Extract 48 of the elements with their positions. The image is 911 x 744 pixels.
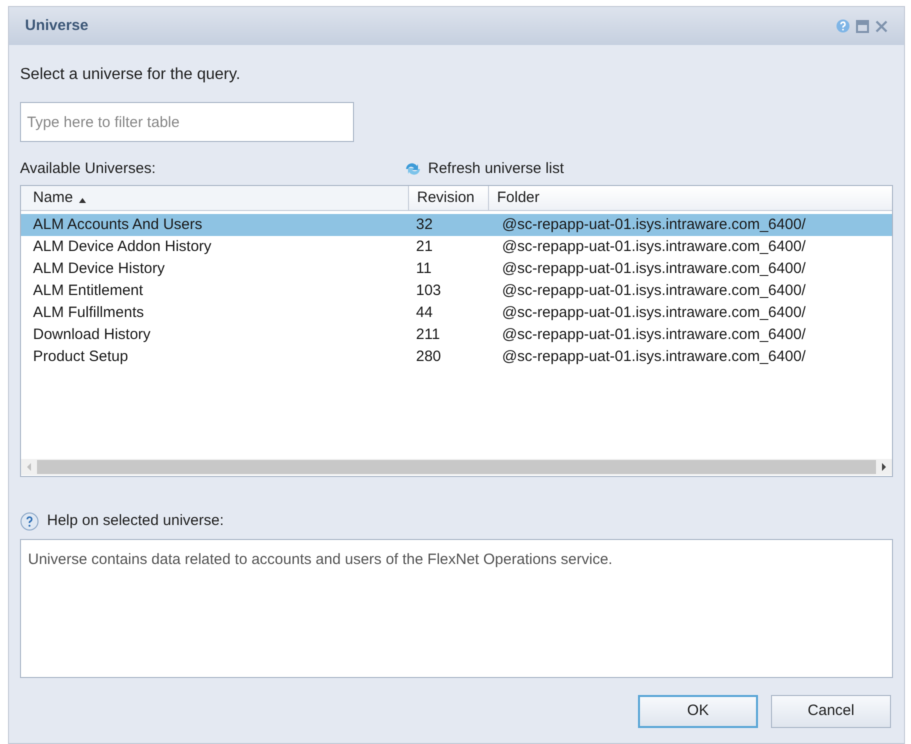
column-header[interactable]: Name — [21, 186, 408, 210]
help-icon[interactable] — [836, 19, 850, 33]
window-title: Universe — [25, 16, 88, 36]
scrollbar-thumb[interactable] — [37, 460, 876, 474]
table-cell-text: Download History — [32, 324, 152, 345]
sort-ascending-icon — [79, 198, 86, 202]
close-icon[interactable] — [875, 20, 888, 32]
help-label: Help on selected universe: — [47, 511, 224, 531]
table-cell-text: Product Setup — [32, 346, 130, 367]
table-cell-text: 211 — [415, 324, 441, 345]
table-cell-text: @sc-repapp-uat-01.isys.intraware.com_6400/ — [501, 236, 807, 257]
table-cell-text: @sc-repapp-uat-01.isys.intraware.com_6400/ — [501, 346, 807, 367]
instruction-text: Select a universe for the query. — [20, 65, 240, 85]
help-description: Universe contains data related to accounts and users of the FlexNet Operations service. — [28, 550, 612, 568]
table-row[interactable]: ALM Fulfillments 44 @sc-repapp-uat-01.isys.intraware.com_6400/ — [21, 302, 892, 324]
table-cell-text: @sc-repapp-uat-01.isys.intraware.com_6400/ — [501, 258, 807, 279]
horizontal-scrollbar[interactable] — [21, 459, 892, 475]
table-cell-text: 21 — [415, 236, 434, 257]
table-cell-text: @sc-repapp-uat-01.isys.intraware.com_6400/ — [501, 214, 807, 235]
table-cell-text: 280 — [415, 346, 442, 367]
table-cell-text: ALM Device Addon History — [32, 236, 212, 257]
table-row[interactable]: ALM Device History 11 @sc-repapp-uat-01.isys.intraware.com_6400/ — [21, 258, 892, 280]
table-cell-text: ALM Accounts And Users — [32, 214, 204, 235]
filter-field[interactable]: Type here to filter table — [20, 102, 354, 142]
table-cell-text: 32 — [415, 214, 434, 235]
table-cell-text: @sc-repapp-uat-01.isys.intraware.com_6400/ — [501, 324, 807, 345]
table-cell-text: ALM Device History — [32, 258, 166, 279]
table-row[interactable]: ALM Device Addon History 21 @sc-repapp-uat-01.isys.intraware.com_6400/ — [21, 236, 892, 258]
table-cell-text: ALM Entitlement — [32, 280, 144, 301]
refresh-icon — [404, 161, 422, 177]
table-cell-text: 11 — [415, 258, 433, 279]
table-cell-text: @sc-repapp-uat-01.isys.intraware.com_6400/ — [501, 280, 807, 301]
table-cell-text: @sc-repapp-uat-01.isys.intraware.com_6400/ — [501, 302, 807, 323]
table-cell-text: ALM Fulfillments — [32, 302, 145, 323]
column-header[interactable]: Folder — [488, 186, 892, 210]
table-row[interactable]: Product Setup 280 @sc-repapp-uat-01.isys.intraware.com_6400/ — [21, 346, 892, 368]
refresh-link[interactable]: Refresh universe list — [404, 158, 564, 180]
table-cell-text: 103 — [415, 280, 442, 301]
column-header[interactable]: Revision — [408, 186, 488, 210]
table-row[interactable]: ALM Entitlement 103 @sc-repapp-uat-01.isys.intraware.com_6400/ — [21, 280, 892, 302]
maximize-icon[interactable] — [856, 20, 869, 32]
table-cell-text: 44 — [415, 302, 434, 323]
dialog-button[interactable]: OK — [638, 694, 758, 728]
available-universes-label: Available Universes: — [20, 158, 157, 179]
table-row[interactable]: ALM Accounts And Users 32 @sc-repapp-uat-01.isys.intraware.com_6400/ — [21, 214, 892, 236]
dialog-button[interactable]: Cancel — [771, 694, 891, 728]
table-row[interactable]: Download History 211 @sc-repapp-uat-01.isys.intraware.com_6400/ — [21, 324, 892, 346]
help-icon — [20, 512, 39, 531]
